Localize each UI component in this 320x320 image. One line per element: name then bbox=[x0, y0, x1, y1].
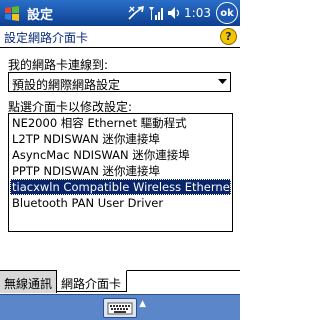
title-bar: 設定 1:03 ok bbox=[0, 0, 240, 26]
page-header: 設定網路介面卡 ? bbox=[0, 26, 240, 48]
page-title: 設定網路介面卡 bbox=[4, 31, 89, 45]
list-item[interactable]: Bluetooth PAN User Driver bbox=[10, 195, 231, 211]
clock[interactable]: 1:03 bbox=[184, 6, 211, 20]
help-icon[interactable]: ? bbox=[220, 28, 237, 45]
list-item[interactable]: NE2000 相容 Ethernet 驅動程式 bbox=[10, 115, 231, 131]
ok-button[interactable]: ok bbox=[216, 2, 238, 24]
tab-strip: 無線通訊 網路介面卡 bbox=[0, 270, 240, 294]
network-connection-icon[interactable] bbox=[127, 5, 145, 21]
connect-to-dropdown[interactable]: 預設的網際網路設定 bbox=[8, 72, 231, 92]
keyboard-icon[interactable]: ▲ bbox=[103, 298, 146, 318]
chevron-down-icon[interactable] bbox=[214, 73, 230, 91]
windows-start-icon[interactable] bbox=[2, 3, 22, 23]
connect-to-label: 我的網路卡連線到: bbox=[8, 58, 109, 72]
signal-strength-icon[interactable] bbox=[148, 5, 164, 21]
volume-icon[interactable] bbox=[167, 5, 181, 21]
list-item[interactable]: AsyncMac NDISWAN 迷你連接埠 bbox=[10, 147, 231, 163]
menu-bar: ▲ bbox=[0, 294, 240, 320]
window-title: 設定 bbox=[27, 8, 54, 23]
tab-network-adapters[interactable]: 網路介面卡 bbox=[57, 270, 127, 292]
connect-to-value: 預設的網際網路設定 bbox=[12, 78, 121, 92]
input-menu-arrow-icon[interactable]: ▲ bbox=[139, 299, 146, 309]
adapter-list[interactable]: NE2000 相容 Ethernet 驅動程式 L2TP NDISWAN 迷你連… bbox=[8, 113, 233, 232]
tab-wireless[interactable]: 無線通訊 bbox=[0, 271, 57, 293]
list-item-selected[interactable]: tiacxwln Compatible Wireless Ethernet bbox=[10, 179, 231, 195]
list-item[interactable]: L2TP NDISWAN 迷你連接埠 bbox=[10, 131, 231, 147]
list-item[interactable]: PPTP NDISWAN 迷你連接埠 bbox=[10, 163, 231, 179]
